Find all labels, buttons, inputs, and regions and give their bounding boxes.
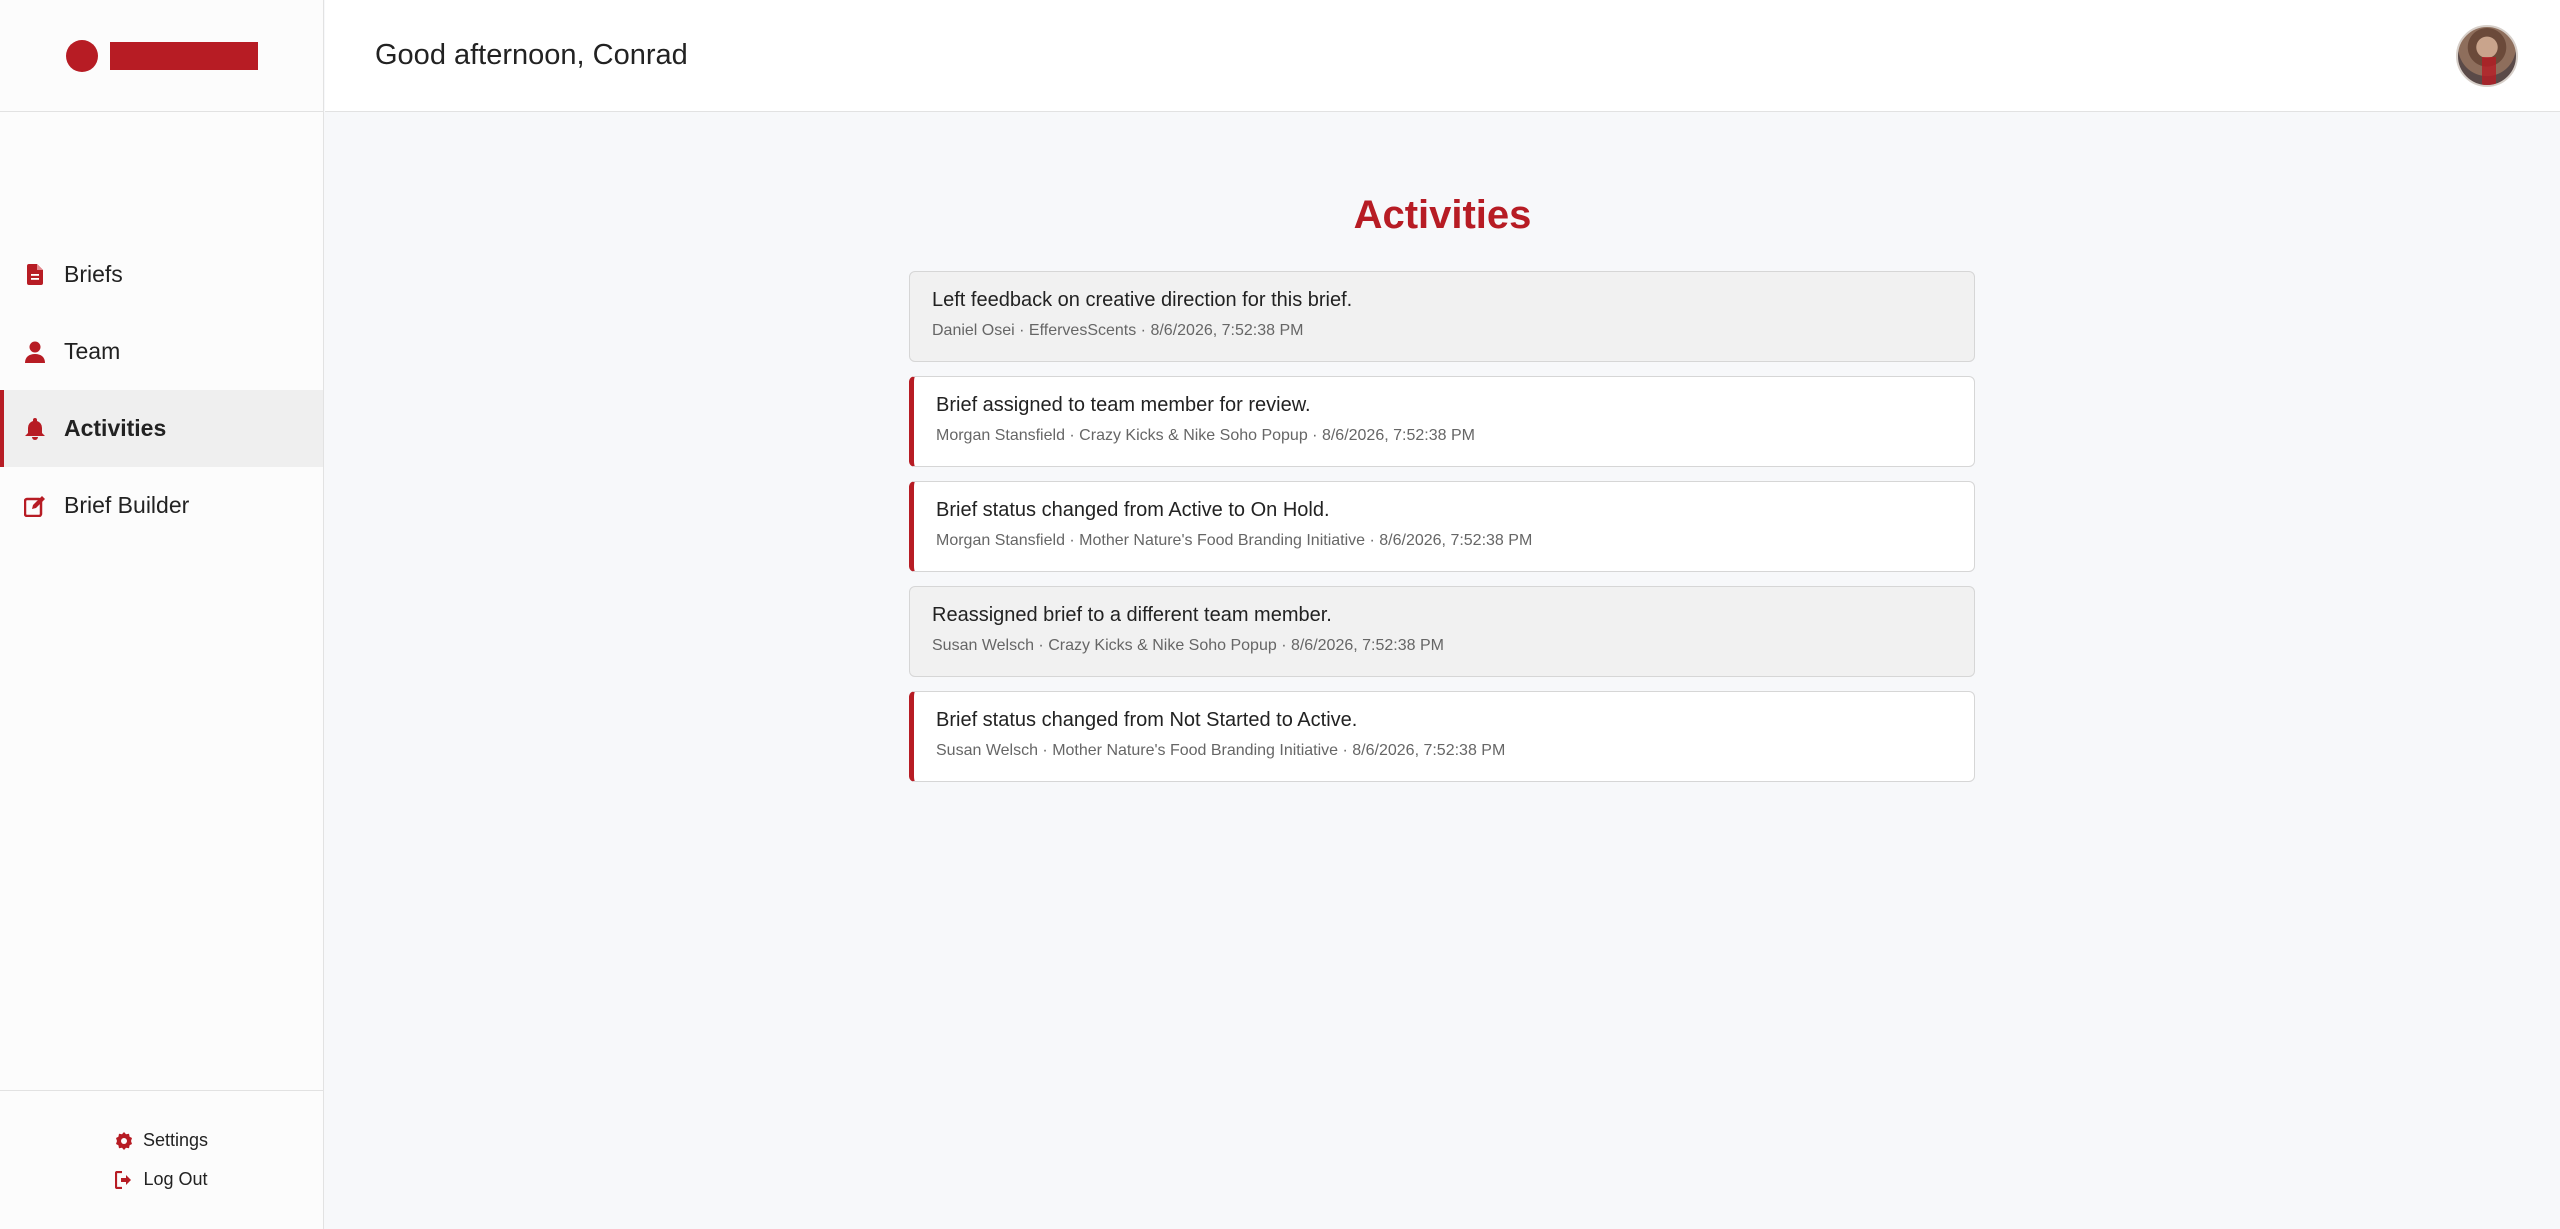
edit-icon: [24, 494, 46, 518]
user-icon: [24, 340, 46, 364]
logout-link[interactable]: Log Out: [115, 1169, 208, 1190]
greeting: Good afternoon, Conrad: [375, 39, 688, 71]
sidebar-item-label: Brief Builder: [64, 492, 190, 518]
settings-label: Settings: [142, 1130, 209, 1150]
logo-wordmark: [109, 41, 258, 70]
sidebar: Briefs Team Activities Brief Builder Set…: [0, 0, 324, 1229]
settings-link[interactable]: Settings: [115, 1130, 208, 1151]
sidebar-item-label: Briefs: [64, 261, 123, 287]
activity-item[interactable]: Brief assigned to team member for review…: [909, 376, 1975, 467]
activity-meta: Daniel Osei · EffervesScents · 8/6/2026,…: [932, 322, 1304, 339]
activity-meta: Morgan Stansfield · Mother Nature's Food…: [936, 532, 1533, 549]
main-content: Activities Left feedback on creative dir…: [325, 113, 2560, 1229]
logo[interactable]: [0, 0, 323, 112]
activity-title: Left feedback on creative direction for …: [932, 289, 1353, 311]
bell-icon: [24, 417, 46, 441]
activity-title: Brief status changed from Active to On H…: [936, 499, 1330, 521]
logo-mark: [65, 39, 98, 72]
avatar[interactable]: [2456, 24, 2518, 87]
activity-title: Brief status changed from Not Started to…: [936, 709, 1358, 731]
sidebar-item-team[interactable]: Team: [0, 313, 323, 390]
app: Briefs Team Activities Brief Builder Set…: [0, 0, 2560, 1229]
gear-icon: [115, 1131, 133, 1150]
activity-item[interactable]: Brief status changed from Not Started to…: [909, 691, 1975, 782]
sidebar-nav: Briefs Team Activities Brief Builder: [0, 236, 323, 544]
document-icon: [24, 263, 46, 287]
sidebar-item-activities[interactable]: Activities: [0, 390, 323, 467]
sidebar-item-brief-builder[interactable]: Brief Builder: [0, 467, 323, 544]
activity-title: Reassigned brief to a different team mem…: [932, 604, 1332, 626]
activity-meta: Susan Welsch · Mother Nature's Food Bran…: [936, 742, 1506, 759]
sidebar-item-label: Team: [64, 338, 121, 364]
activity-list: Left feedback on creative direction for …: [909, 271, 1975, 796]
sidebar-footer: Settings Log Out: [0, 1090, 323, 1229]
activity-meta: Morgan Stansfield · Crazy Kicks & Nike S…: [936, 427, 1475, 444]
activity-item[interactable]: Left feedback on creative direction for …: [909, 271, 1975, 362]
activity-title: Brief assigned to team member for review…: [936, 394, 1311, 416]
logout-label: Log Out: [143, 1169, 208, 1189]
logout-icon: [115, 1170, 133, 1189]
top-bar: Good afternoon, Conrad: [325, 0, 2560, 112]
activity-item[interactable]: Reassigned brief to a different team mem…: [909, 586, 1975, 677]
activity-meta: Susan Welsch · Crazy Kicks & Nike Soho P…: [932, 637, 1444, 654]
sidebar-item-label: Activities: [64, 415, 167, 441]
sidebar-item-briefs[interactable]: Briefs: [0, 236, 323, 313]
page-title: Activities: [1353, 193, 1532, 237]
activity-item[interactable]: Brief status changed from Active to On H…: [909, 481, 1975, 572]
